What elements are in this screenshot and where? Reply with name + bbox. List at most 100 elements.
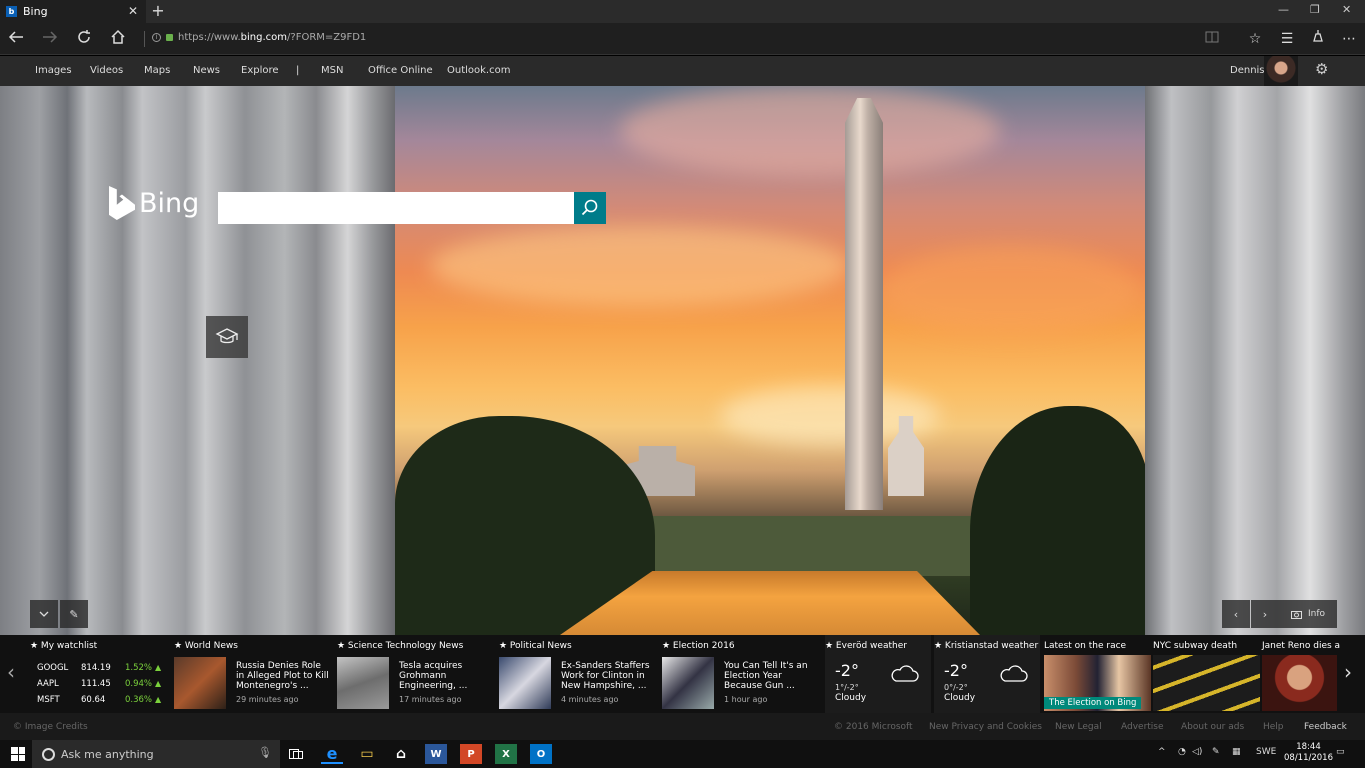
image-card-subway[interactable]: NYC subway death bbox=[1153, 635, 1260, 713]
image-card-race[interactable]: Latest on the race The Election on Bing bbox=[1044, 635, 1151, 713]
store-icon[interactable]: ⌂ bbox=[390, 744, 412, 764]
quiz-button[interactable] bbox=[206, 316, 248, 358]
image-card-reno[interactable]: Janet Reno dies a bbox=[1262, 635, 1340, 713]
avatar[interactable] bbox=[1264, 56, 1298, 86]
action-center-icon[interactable]: ▭ bbox=[1336, 747, 1345, 757]
address-divider bbox=[144, 31, 145, 47]
nav-news[interactable]: News bbox=[193, 65, 220, 76]
graduation-cap-icon bbox=[215, 328, 239, 344]
cortana-search-box[interactable]: Ask me anything bbox=[32, 740, 280, 768]
cloud-icon bbox=[1000, 665, 1028, 682]
outlook-icon[interactable]: O bbox=[530, 744, 552, 764]
nav-outlook[interactable]: Outlook.com bbox=[447, 65, 510, 76]
chevron-up-icon[interactable]: ^ bbox=[1158, 747, 1166, 757]
url-scheme: https://www. bbox=[178, 32, 241, 43]
gear-icon[interactable]: ⚙ bbox=[1315, 60, 1328, 78]
bing-logo-text: Bing bbox=[139, 187, 200, 219]
tab-bing[interactable]: b Bing ✕ bbox=[0, 0, 146, 23]
microphone-icon[interactable]: 🎙 bbox=[258, 746, 272, 759]
windows-start-icon[interactable] bbox=[11, 747, 25, 761]
news-card-world[interactable]: ★ World News Russia Denies Role in Alleg… bbox=[174, 635, 334, 713]
up-arrow-icon: ▲ bbox=[155, 695, 162, 704]
weather-card-everod[interactable]: ★ Everöd weather -2° 1°/-2° Cloudy bbox=[825, 635, 931, 713]
tab-bar: b Bing ✕ + — ❐ ✕ bbox=[0, 0, 1365, 23]
edit-button[interactable]: ✎ bbox=[60, 600, 88, 628]
card-category: NYC subway death bbox=[1153, 641, 1238, 651]
search-icon bbox=[581, 199, 598, 216]
edge-icon[interactable]: e bbox=[321, 744, 343, 764]
system-clock[interactable]: 18:44 08/11/2016 bbox=[1284, 742, 1333, 764]
nav-videos[interactable]: Videos bbox=[90, 65, 123, 76]
bing-logo[interactable]: Bing bbox=[109, 186, 199, 220]
news-time: 4 minutes ago bbox=[561, 695, 619, 704]
url-field[interactable]: i https://www.bing.com/?FORM=Z9FD1 bbox=[152, 32, 366, 43]
news-card-political[interactable]: ★ Political News Ex-Sanders Staffers Wor… bbox=[499, 635, 659, 713]
word-icon[interactable]: W bbox=[425, 744, 447, 764]
site-info-icon[interactable]: i bbox=[152, 33, 161, 42]
wifi-icon[interactable]: ◔ bbox=[1178, 747, 1186, 757]
keyboard-icon[interactable]: ▦ bbox=[1232, 747, 1241, 757]
news-card-science[interactable]: ★ Science Technology News Tesla acquires… bbox=[337, 635, 497, 713]
user-name[interactable]: Dennis bbox=[1230, 65, 1265, 76]
task-view-icon[interactable] bbox=[285, 744, 307, 764]
nav-images[interactable]: Images bbox=[35, 65, 72, 76]
powerpoint-icon[interactable]: P bbox=[460, 744, 482, 764]
forward-arrow-icon[interactable] bbox=[39, 29, 61, 49]
lawn-shape bbox=[640, 516, 980, 576]
left-columns-image bbox=[0, 86, 395, 635]
card-category: Latest on the race bbox=[1044, 641, 1127, 651]
previous-image-button[interactable]: ‹ bbox=[1222, 600, 1250, 628]
image-credits-link[interactable]: © Image Credits bbox=[13, 722, 88, 732]
news-card-election[interactable]: ★ Election 2016 You Can Tell It's an Ele… bbox=[662, 635, 822, 713]
stock-row[interactable]: GOOGL 814.19 1.52% ▲ bbox=[37, 663, 167, 673]
nav-explore[interactable]: Explore bbox=[241, 65, 279, 76]
reading-view-icon[interactable] bbox=[1201, 29, 1223, 49]
excel-icon[interactable]: X bbox=[495, 744, 517, 764]
bing-top-nav: Images Videos Maps News Explore | MSN Of… bbox=[0, 56, 1365, 86]
election-overlay-label: The Election on Bing bbox=[1044, 697, 1142, 709]
news-headline: Russia Denies Role in Alleged Plot to Ki… bbox=[236, 661, 329, 691]
refresh-icon[interactable] bbox=[73, 29, 95, 49]
next-image-button[interactable]: › bbox=[1251, 600, 1279, 628]
favorites-star-icon[interactable]: ☆ bbox=[1244, 29, 1266, 49]
nav-office-online[interactable]: Office Online bbox=[368, 65, 433, 76]
search-input[interactable] bbox=[218, 192, 574, 224]
footer-link-privacy[interactable]: New Privacy and Cookies bbox=[929, 722, 1042, 732]
language-indicator[interactable]: SWE bbox=[1256, 747, 1276, 757]
search-button[interactable] bbox=[574, 192, 606, 224]
weather-card-kristianstad[interactable]: ★ Kristianstad weather -2° 0°/-2° Cloudy bbox=[934, 635, 1040, 713]
footer-link-advertise[interactable]: Advertise bbox=[1121, 722, 1164, 732]
new-tab-button[interactable]: + bbox=[148, 1, 168, 20]
close-window-button[interactable]: ✕ bbox=[1342, 3, 1351, 16]
news-thumbnail bbox=[662, 657, 714, 709]
footer-link-legal[interactable]: New Legal bbox=[1055, 722, 1102, 732]
volume-icon[interactable]: ◁) bbox=[1192, 747, 1202, 757]
footer-link-help[interactable]: Help bbox=[1263, 722, 1284, 732]
home-icon[interactable] bbox=[107, 29, 129, 49]
watchlist-title: ★ My watchlist bbox=[30, 641, 98, 651]
stock-change: 1.52% bbox=[125, 663, 153, 673]
news-thumbnail bbox=[337, 657, 389, 709]
more-menu-icon[interactable]: ⋯ bbox=[1338, 29, 1360, 49]
minimize-button[interactable]: — bbox=[1278, 3, 1289, 16]
carousel-left-icon[interactable]: ‹ bbox=[7, 660, 15, 684]
share-icon[interactable] bbox=[1307, 29, 1329, 49]
file-explorer-icon[interactable]: ▭ bbox=[356, 744, 378, 764]
news-headline: Ex-Sanders Staffers Work for Clinton in … bbox=[561, 661, 650, 691]
nav-msn[interactable]: MSN bbox=[321, 65, 343, 76]
stock-row[interactable]: MSFT 60.64 0.36% ▲ bbox=[37, 695, 167, 705]
close-tab-icon[interactable]: ✕ bbox=[128, 4, 138, 18]
carousel-right-icon[interactable]: › bbox=[1344, 660, 1352, 684]
maximize-button[interactable]: ❐ bbox=[1310, 3, 1320, 16]
footer-link-about-ads[interactable]: About our ads bbox=[1181, 722, 1244, 732]
info-button[interactable]: Info bbox=[1279, 600, 1337, 628]
collapse-button[interactable] bbox=[30, 600, 58, 628]
stock-row[interactable]: AAPL 111.45 0.94% ▲ bbox=[37, 679, 167, 689]
pen-icon[interactable]: ✎ bbox=[1212, 747, 1220, 757]
hub-icon[interactable]: ☰ bbox=[1276, 29, 1298, 49]
back-arrow-icon[interactable] bbox=[5, 29, 27, 49]
chevron-left-icon: ‹ bbox=[1233, 607, 1239, 621]
nav-maps[interactable]: Maps bbox=[144, 65, 170, 76]
footer-link-feedback[interactable]: Feedback bbox=[1304, 722, 1347, 732]
up-arrow-icon: ▲ bbox=[155, 679, 162, 688]
